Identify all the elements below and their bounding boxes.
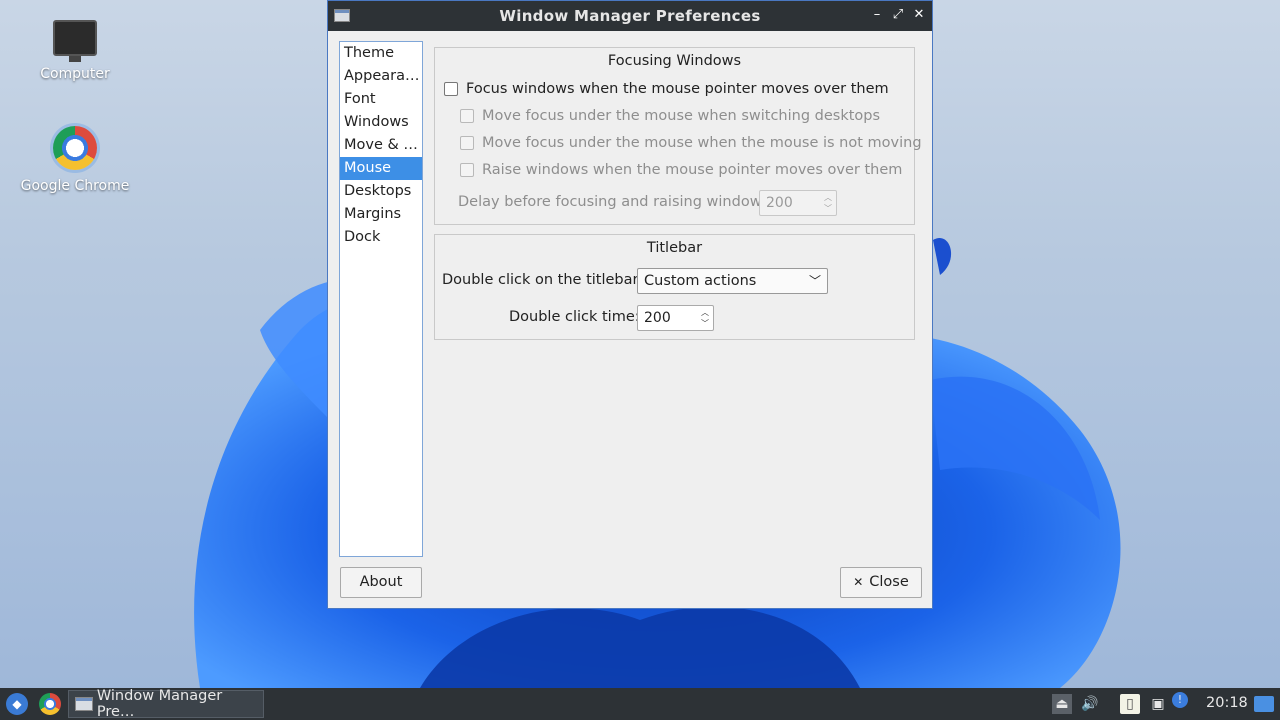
delay-label: Delay before focusing and raising window… <box>458 194 774 210</box>
sidebar-item-desktops[interactable]: Desktops <box>340 180 422 203</box>
window-titlebar[interactable]: Window Manager Preferences – ⤢ ✕ <box>328 1 932 31</box>
double-click-time-spinbox[interactable]: 200 ︿ ﹀ <box>637 305 714 331</box>
taskbar: ◆ Window Manager Pre… ⏏ 🔊 ▯ ▣ ! 20:18 <box>0 688 1280 720</box>
spinbox-value: 200 <box>644 310 671 326</box>
delay-spinbox[interactable]: 200 ︿ ﹀ <box>759 190 837 216</box>
clock[interactable]: 20:18 <box>1206 695 1248 711</box>
checkbox-box[interactable] <box>444 82 458 96</box>
sidebar-item-theme[interactable]: Theme <box>340 42 422 65</box>
start-menu-icon[interactable]: ◆ <box>6 693 28 715</box>
close-window-button[interactable]: ✕ <box>910 6 928 24</box>
desktop-icon-label: Google Chrome <box>20 178 130 194</box>
group-title: Titlebar <box>646 240 703 256</box>
notification-icon[interactable]: ! <box>1172 692 1188 708</box>
computer-icon <box>53 20 97 62</box>
button-label: Close <box>869 574 909 590</box>
sidebar-item-move-resize[interactable]: Move & … <box>340 134 422 157</box>
category-list: Theme Appeara… Font Windows Move & … Mou… <box>339 41 423 557</box>
double-click-action-select[interactable]: Custom actions ﹀ <box>637 268 828 294</box>
checkbox-box[interactable] <box>460 136 474 150</box>
select-value: Custom actions <box>644 273 757 289</box>
sidebar-item-margins[interactable]: Margins <box>340 203 422 226</box>
sidebar-item-appearance[interactable]: Appeara… <box>340 65 422 88</box>
desktop-icon-computer[interactable]: Computer <box>20 20 130 82</box>
checkbox-box[interactable] <box>460 109 474 123</box>
close-button[interactable]: ✕ Close <box>840 567 922 598</box>
eject-icon[interactable]: ⏏ <box>1052 694 1072 714</box>
minimize-button[interactable]: – <box>868 6 886 24</box>
sidebar-item-font[interactable]: Font <box>340 88 422 111</box>
window-icon <box>75 697 93 711</box>
show-desktop-icon[interactable] <box>1254 696 1274 712</box>
spinbox-arrows-icon[interactable]: ︿ ﹀ <box>822 192 834 214</box>
spinbox-value: 200 <box>766 195 793 211</box>
checkbox-label: Raise windows when the mouse pointer mov… <box>482 162 903 178</box>
chrome-icon <box>53 126 97 170</box>
spinbox-arrows-icon[interactable]: ︿ ﹀ <box>699 307 711 329</box>
checkbox-label: Focus windows when the mouse pointer mov… <box>466 81 889 97</box>
window-title: Window Manager Preferences <box>499 7 761 25</box>
double-click-time-label: Double click time: <box>509 309 640 325</box>
chevron-down-icon: ﹀ <box>808 274 821 288</box>
clipboard-icon[interactable]: ▯ <box>1120 694 1140 714</box>
checkbox-label: Move focus under the mouse when switchin… <box>482 108 881 124</box>
desktop-icon-label: Computer <box>40 66 110 82</box>
network-icon[interactable]: ▣ <box>1148 694 1168 714</box>
taskbar-window-entry[interactable]: Window Manager Pre… <box>68 688 264 720</box>
focus-follows-mouse-checkbox[interactable]: Focus windows when the mouse pointer mov… <box>444 81 889 97</box>
raise-on-hover-checkbox[interactable]: Raise windows when the mouse pointer mov… <box>460 162 902 178</box>
double-click-label: Double click on the titlebar: <box>442 272 644 288</box>
checkbox-box[interactable] <box>460 163 474 177</box>
move-focus-switching-checkbox[interactable]: Move focus under the mouse when switchin… <box>460 108 880 124</box>
checkbox-label: Move focus under the mouse when the mous… <box>482 135 922 151</box>
sidebar-item-dock[interactable]: Dock <box>340 226 422 249</box>
move-focus-not-moving-checkbox[interactable]: Move focus under the mouse when the mous… <box>460 135 922 151</box>
button-label: About <box>359 574 403 590</box>
maximize-button[interactable]: ⤢ <box>889 6 907 24</box>
about-button[interactable]: About <box>340 567 422 598</box>
chrome-launcher-icon[interactable] <box>39 693 61 715</box>
sidebar-item-windows[interactable]: Windows <box>340 111 422 134</box>
sidebar-item-mouse[interactable]: Mouse <box>340 157 422 180</box>
group-title: Focusing Windows <box>607 53 742 69</box>
desktop-icon-chrome[interactable]: Google Chrome <box>20 126 130 194</box>
close-icon: ✕ <box>853 575 864 589</box>
preferences-window: Window Manager Preferences – ⤢ ✕ Theme A… <box>327 0 933 609</box>
volume-icon[interactable]: 🔊 <box>1080 694 1100 714</box>
taskbar-entry-label: Window Manager Pre… <box>96 688 223 720</box>
